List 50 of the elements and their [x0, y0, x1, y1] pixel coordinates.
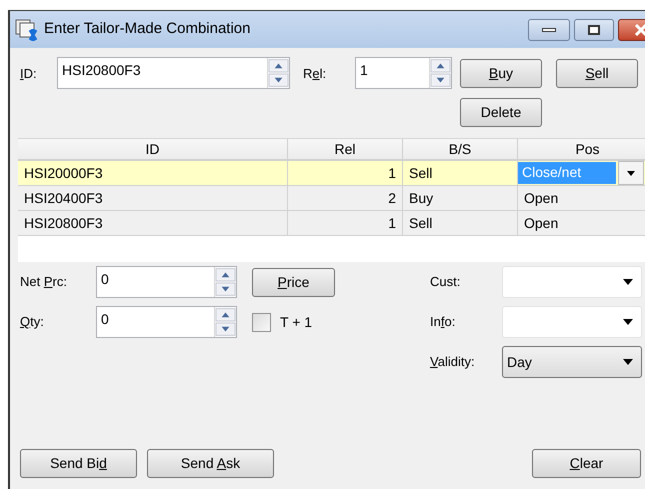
column-header[interactable]: ID	[18, 139, 288, 159]
window-title: Enter Tailor-Made Combination	[44, 19, 252, 40]
table-row[interactable]: HSI20400F3 2 Buy Open	[18, 186, 645, 211]
app-icon	[14, 18, 40, 42]
dropdown-arrow-icon	[623, 359, 633, 365]
table-row[interactable]: HSI20000F3 1 Sell Close/net	[18, 161, 645, 186]
table-cell: Open	[518, 211, 645, 235]
cust-label: Cust:	[430, 273, 462, 292]
qty-label: Qty:	[20, 313, 45, 332]
table-row[interactable]: HSI20800F3 1 Sell Open	[18, 211, 645, 236]
sell-button[interactable]: Sell	[556, 59, 638, 88]
net-price-field[interactable]: 0	[96, 266, 237, 298]
table-cell: Sell	[403, 211, 518, 235]
buy-button[interactable]: Buy	[460, 59, 542, 88]
send-bid-button[interactable]: Send Bid	[20, 449, 137, 478]
dropdown-arrow-icon	[623, 319, 633, 325]
spinner-arrows-icon[interactable]	[214, 307, 236, 337]
table-cell: HSI20400F3	[18, 186, 288, 210]
validity-dropdown[interactable]: Day	[502, 346, 642, 378]
spinner-arrows-icon[interactable]	[214, 267, 236, 297]
maximize-button[interactable]	[574, 18, 614, 40]
minimize-button[interactable]	[528, 18, 570, 40]
price-button[interactable]: Price	[252, 268, 335, 296]
qty-field[interactable]: 0	[96, 306, 237, 338]
column-header[interactable]: B/S	[403, 139, 518, 159]
clear-button[interactable]: Clear	[532, 449, 641, 478]
id-field[interactable]: HSI20800F3	[57, 57, 290, 89]
checkbox-label: T + 1	[280, 312, 312, 332]
validity-label: Validity:	[430, 353, 476, 372]
table-cell: 1	[288, 161, 403, 185]
dropdown-arrow-icon	[623, 279, 633, 285]
close-icon	[634, 24, 645, 36]
rel-label: Rel:	[303, 65, 328, 83]
spinner-arrows-icon[interactable]	[429, 58, 451, 88]
checkbox[interactable]	[252, 312, 271, 332]
table-cell: HSI20800F3	[18, 211, 288, 235]
delete-button[interactable]: Delete	[460, 98, 542, 127]
table-cell: 1	[288, 211, 403, 235]
column-header[interactable]: Pos	[518, 139, 645, 159]
table-cell: Buy	[403, 186, 518, 210]
table-cell: Open	[518, 186, 645, 210]
id-label: ID:	[20, 65, 38, 83]
info-label: Info:	[430, 313, 456, 332]
column-header[interactable]: Rel	[288, 139, 403, 159]
table-cell: HSI20000F3	[18, 161, 288, 185]
rel-field[interactable]: 1	[355, 57, 452, 89]
net-price-label: Net Prc:	[20, 273, 68, 292]
send-ask-button[interactable]: Send Ask	[147, 449, 274, 478]
table-cell: 2	[288, 186, 403, 210]
spinner-arrows-icon[interactable]	[267, 58, 289, 88]
